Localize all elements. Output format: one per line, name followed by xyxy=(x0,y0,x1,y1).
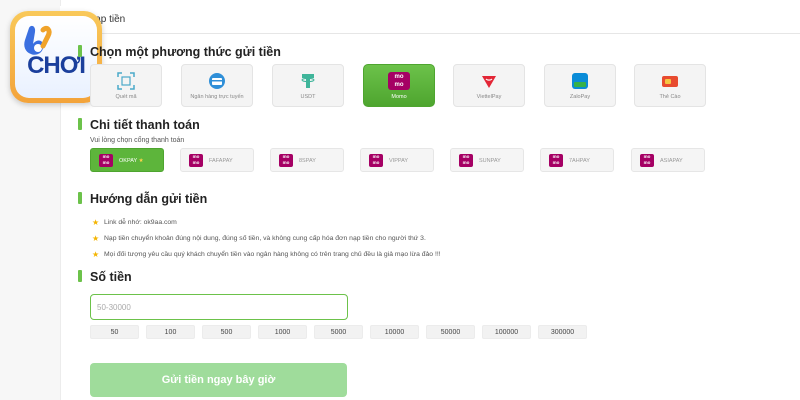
momo-icon: mo mo xyxy=(549,154,563,167)
momo-icon: mo mo xyxy=(388,72,410,90)
gateway-label: SUNPAY xyxy=(479,158,501,164)
gateway-label: FAFAPAY xyxy=(209,158,233,164)
method-label: Thẻ Cào xyxy=(659,94,681,100)
method-label: USDT xyxy=(300,94,316,100)
viettelpay-icon xyxy=(482,76,496,88)
method-usdt[interactable]: USDT xyxy=(272,64,344,107)
method-label: Ngân hàng trực tuyến xyxy=(190,94,244,100)
method-viettelpay[interactable]: ViettelPay xyxy=(453,64,525,107)
tether-icon xyxy=(301,74,315,88)
section-accent-bar xyxy=(78,270,82,282)
method-online-bank[interactable]: Ngân hàng trực tuyến xyxy=(181,64,253,107)
gateway-label: 8SPAY xyxy=(299,158,316,164)
amount-section-title: Số tiền xyxy=(90,270,132,284)
guide-item: Link dễ nhớ: ok9aa.com xyxy=(104,219,177,226)
guide-item: Mọi đối tượng yêu cầu quý khách chuyển t… xyxy=(104,251,441,258)
guide-item: Nạp tiền chuyển khoản đúng nội dung, đún… xyxy=(104,235,426,242)
gateway-okpay[interactable]: mo mo OKPAY ★ xyxy=(90,148,164,172)
payment-section-subtitle: Vui lòng chọn cổng thanh toán xyxy=(90,137,185,144)
method-qr-scan[interactable]: Quét mã xyxy=(90,64,162,107)
brand-logo[interactable]: CHƠI xyxy=(10,11,102,103)
amount-chip[interactable]: 100 xyxy=(146,325,195,339)
amount-chip[interactable]: 50 xyxy=(90,325,139,339)
amount-input[interactable] xyxy=(90,294,348,320)
momo-icon: mo mo xyxy=(99,154,113,167)
amount-chip[interactable]: 10000 xyxy=(370,325,419,339)
guide-section-title: Hướng dẫn gửi tiền xyxy=(90,192,208,206)
gateway-fafapay[interactable]: mo mo FAFAPAY xyxy=(180,148,254,172)
gateway-vippay[interactable]: mo mo VIPPAY xyxy=(360,148,434,172)
momo-logo-text: mo xyxy=(394,82,404,88)
amount-chip[interactable]: 100000 xyxy=(482,325,531,339)
method-momo[interactable]: mo mo Momo xyxy=(363,64,435,107)
top-bar: Nạp tiền xyxy=(60,6,800,34)
gateway-label: VIPPAY xyxy=(389,158,409,164)
amount-chip[interactable]: 300000 xyxy=(538,325,587,339)
qr-scan-icon xyxy=(117,72,135,90)
gateway-asiapay[interactable]: mo mo ASIAPAY xyxy=(631,148,705,172)
bank-card-icon xyxy=(209,73,225,89)
section-accent-bar xyxy=(78,192,82,204)
star-icon: ★ xyxy=(92,234,100,243)
momo-icon: mo mo xyxy=(459,154,473,167)
methods-section-title: Chọn một phương thức gửi tiền xyxy=(90,45,281,59)
section-accent-bar xyxy=(78,45,82,57)
momo-icon: mo mo xyxy=(279,154,293,167)
gateway-7ahpay[interactable]: mo mo 7AHPAY xyxy=(540,148,614,172)
section-accent-bar xyxy=(78,118,82,130)
zalopay-icon xyxy=(572,73,588,89)
payment-section-title: Chi tiết thanh toán xyxy=(90,118,200,132)
amount-chip[interactable]: 500 xyxy=(202,325,251,339)
star-icon: ★ xyxy=(138,158,144,164)
scratch-card-icon xyxy=(662,76,678,87)
momo-icon: mo mo xyxy=(369,154,383,167)
momo-icon: mo mo xyxy=(189,154,203,167)
method-label: Quét mã xyxy=(115,94,137,100)
gateway-label: 7AHPAY xyxy=(569,158,590,164)
gateway-label: OKPAY ★ xyxy=(119,158,144,164)
method-label: ZaloPay xyxy=(569,94,591,100)
momo-logo-text: mo xyxy=(394,74,404,80)
method-label: Momo xyxy=(391,94,407,100)
amount-chip[interactable]: 1000 xyxy=(258,325,307,339)
method-label: ViettelPay xyxy=(476,94,502,100)
method-scratch-card[interactable]: Thẻ Cào xyxy=(634,64,706,107)
gateway-8spay[interactable]: mo mo 8SPAY xyxy=(270,148,344,172)
amount-chip[interactable]: 5000 xyxy=(314,325,363,339)
star-icon: ★ xyxy=(92,250,100,259)
gateway-label: ASIAPAY xyxy=(660,158,683,164)
submit-deposit-button[interactable]: Gửi tiền ngay bây giờ xyxy=(90,363,347,397)
momo-icon: mo mo xyxy=(640,154,654,167)
brand-logo-inner: CHƠI xyxy=(15,16,97,98)
gateway-sunpay[interactable]: mo mo SUNPAY xyxy=(450,148,524,172)
amount-chip[interactable]: 50000 xyxy=(426,325,475,339)
method-zalopay[interactable]: ZaloPay xyxy=(544,64,616,107)
star-icon: ★ xyxy=(92,218,100,227)
